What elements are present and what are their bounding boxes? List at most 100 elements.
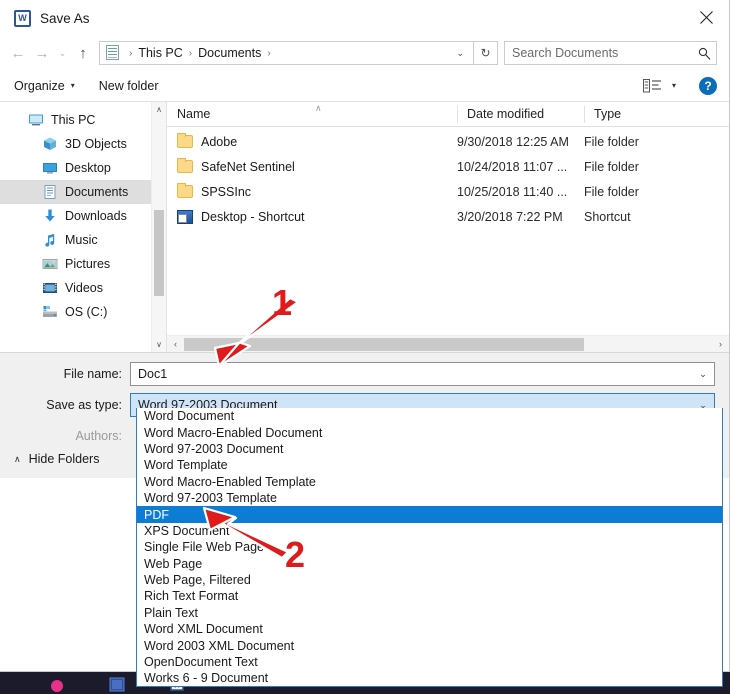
dropdown-option-word-97-2003-document[interactable]: Word 97-2003 Document [137, 441, 722, 457]
organize-button[interactable]: Organize ▾ [14, 79, 75, 93]
sort-ascending-icon: ∧ [315, 102, 322, 113]
navpane-scrollbar[interactable]: ∧ ∨ [151, 102, 166, 352]
authors-label: Authors: [75, 429, 122, 443]
scrollbar-track[interactable] [184, 336, 712, 353]
dropdown-option-word-template[interactable]: Word Template [137, 457, 722, 473]
hide-folders-button[interactable]: ∧ Hide Folders [14, 452, 99, 466]
folder-icon [177, 183, 193, 198]
sidebar-item-downloads[interactable]: Downloads [0, 204, 166, 228]
sidebar-item-this-pc[interactable]: This PC [0, 108, 166, 132]
file-type-cell: Shortcut [584, 209, 631, 224]
dropdown-option-word-macro-enabled-document[interactable]: Word Macro-Enabled Document [137, 424, 722, 440]
sidebar-item-music[interactable]: Music [0, 228, 166, 252]
search-icon[interactable] [692, 47, 716, 60]
documents-icon [42, 184, 58, 200]
dropdown-option-rich-text-format[interactable]: Rich Text Format [137, 588, 722, 604]
documents-folder-icon [104, 45, 120, 61]
download-arrow-icon [42, 208, 58, 224]
column-header-name[interactable]: Name ∧ [167, 102, 457, 127]
dropdown-option-pdf[interactable]: PDF [137, 506, 722, 523]
breadcrumb-separator-2[interactable]: › [262, 48, 275, 59]
table-row[interactable]: SPSSInc 10/25/2018 11:40 ... File folder [167, 179, 729, 204]
column-header-date-modified[interactable]: Date modified [457, 102, 584, 127]
breadcrumb-item-1[interactable]: Documents [197, 46, 262, 60]
search-box[interactable] [504, 41, 717, 65]
horizontal-scrollbar[interactable]: ‹ › [167, 335, 729, 352]
file-date-cell: 3/20/2018 7:22 PM [457, 209, 563, 224]
file-date-cell: 10/25/2018 11:40 ... [457, 184, 568, 199]
dropdown-option-word-2003-xml-document[interactable]: Word 2003 XML Document [137, 637, 722, 653]
file-name-cell: Adobe [201, 134, 238, 149]
sidebar-item-documents[interactable]: Documents [0, 180, 166, 204]
table-row[interactable]: SafeNet Sentinel 10/24/2018 11:07 ... Fi… [167, 154, 729, 179]
dropdown-option-word-document[interactable]: Word Document [137, 408, 722, 424]
window-title: Save As [40, 10, 90, 26]
up-button[interactable]: ↑ [71, 41, 95, 65]
taskbar-icon-2[interactable] [108, 675, 126, 693]
folder-icon [177, 158, 193, 173]
table-row[interactable]: Desktop - Shortcut 3/20/2018 7:22 PM Sho… [167, 204, 729, 229]
new-folder-button[interactable]: New folder [99, 79, 159, 93]
dropdown-option-word-xml-document[interactable]: Word XML Document [137, 621, 722, 637]
dropdown-option-word-macro-enabled-template[interactable]: Word Macro-Enabled Template [137, 474, 722, 490]
organize-label: Organize [14, 78, 65, 93]
list-view-icon[interactable] [642, 78, 662, 93]
dropdown-option-opendocument-text[interactable]: OpenDocument Text [137, 654, 722, 670]
sidebar-item-label: Documents [65, 185, 129, 199]
chevron-down-icon[interactable]: ⌄ [447, 48, 473, 59]
forward-button[interactable]: → [30, 41, 54, 65]
sidebar-item-label: OS (C:) [65, 305, 108, 319]
sidebar-item-pictures[interactable]: Pictures [0, 252, 166, 276]
word-icon-letter: W [18, 12, 27, 23]
command-bar: Organize ▾ New folder ▾ ? [0, 70, 729, 102]
breadcrumb[interactable]: › This PC › Documents › ⌄ [99, 41, 474, 65]
search-input[interactable] [505, 46, 692, 60]
dropdown-option-web-page-filtered[interactable]: Web Page, Filtered [137, 572, 722, 588]
breadcrumb-item-0[interactable]: This PC [137, 46, 183, 60]
refresh-icon[interactable]: ↻ [474, 41, 498, 65]
scroll-up-icon[interactable]: ∧ [152, 102, 166, 117]
scroll-down-icon[interactable]: ∨ [152, 337, 166, 352]
sidebar-item-videos[interactable]: Videos [0, 276, 166, 300]
file-name-field[interactable]: Doc1 ⌄ [130, 362, 715, 386]
scroll-left-icon[interactable]: ‹ [167, 336, 184, 353]
chevron-down-icon[interactable]: ⌄ [692, 369, 714, 380]
file-list: Name ∧ Date modified Type Adobe 9/30/201… [167, 102, 729, 352]
shortcut-icon [177, 209, 193, 224]
view-options-caret[interactable]: ▾ [672, 81, 676, 90]
file-name-cell: SafeNet Sentinel [201, 159, 295, 174]
sidebar-item-label: Desktop [65, 161, 111, 175]
music-note-icon [42, 232, 58, 248]
close-icon[interactable] [683, 0, 729, 34]
chevron-down-icon: ▾ [671, 81, 676, 90]
table-row[interactable]: Adobe 9/30/2018 12:25 AM File folder [167, 129, 729, 154]
save-as-type-dropdown[interactable]: Word Document Word Macro-Enabled Documen… [136, 408, 723, 687]
column-headers: Name ∧ Date modified Type [167, 102, 729, 127]
column-header-type[interactable]: Type [584, 102, 704, 127]
dropdown-option-web-page[interactable]: Web Page [137, 556, 722, 572]
address-bar-row: ← → ⌄ ↑ › This PC › Documents › ⌄ ↻ [0, 36, 729, 70]
cube-icon [42, 136, 58, 152]
sidebar-item-label: Pictures [65, 257, 111, 271]
save-as-type-label: Save as type: [46, 398, 122, 412]
sidebar-item-label: Downloads [65, 209, 127, 223]
back-button[interactable]: ← [6, 41, 30, 65]
sidebar-item-3d-objects[interactable]: 3D Objects [0, 132, 166, 156]
title-bar: W Save As [0, 0, 729, 36]
scroll-right-icon[interactable]: › [712, 336, 729, 353]
scrollbar-thumb[interactable] [184, 337, 584, 351]
dropdown-option-word-97-2003-template[interactable]: Word 97-2003 Template [137, 490, 722, 506]
column-header-label: Name [177, 107, 211, 121]
file-name-value: Doc1 [138, 367, 168, 381]
pictures-icon [42, 256, 58, 272]
scrollbar-thumb[interactable] [154, 210, 164, 296]
dropdown-option-xps-document[interactable]: XPS Document [137, 523, 722, 539]
dropdown-option-plain-text[interactable]: Plain Text [137, 605, 722, 621]
dropdown-option-single-file-web-page[interactable]: Single File Web Page [137, 539, 722, 555]
dropdown-option-works-6-9-document[interactable]: Works 6 - 9 Document [137, 670, 722, 686]
recent-locations-button[interactable]: ⌄ [54, 41, 71, 65]
help-icon[interactable]: ? [699, 76, 717, 95]
sidebar-item-desktop[interactable]: Desktop [0, 156, 166, 180]
sidebar-item-os-c[interactable]: OS (C:) [0, 300, 166, 324]
taskbar-icon-1[interactable] [48, 675, 66, 693]
